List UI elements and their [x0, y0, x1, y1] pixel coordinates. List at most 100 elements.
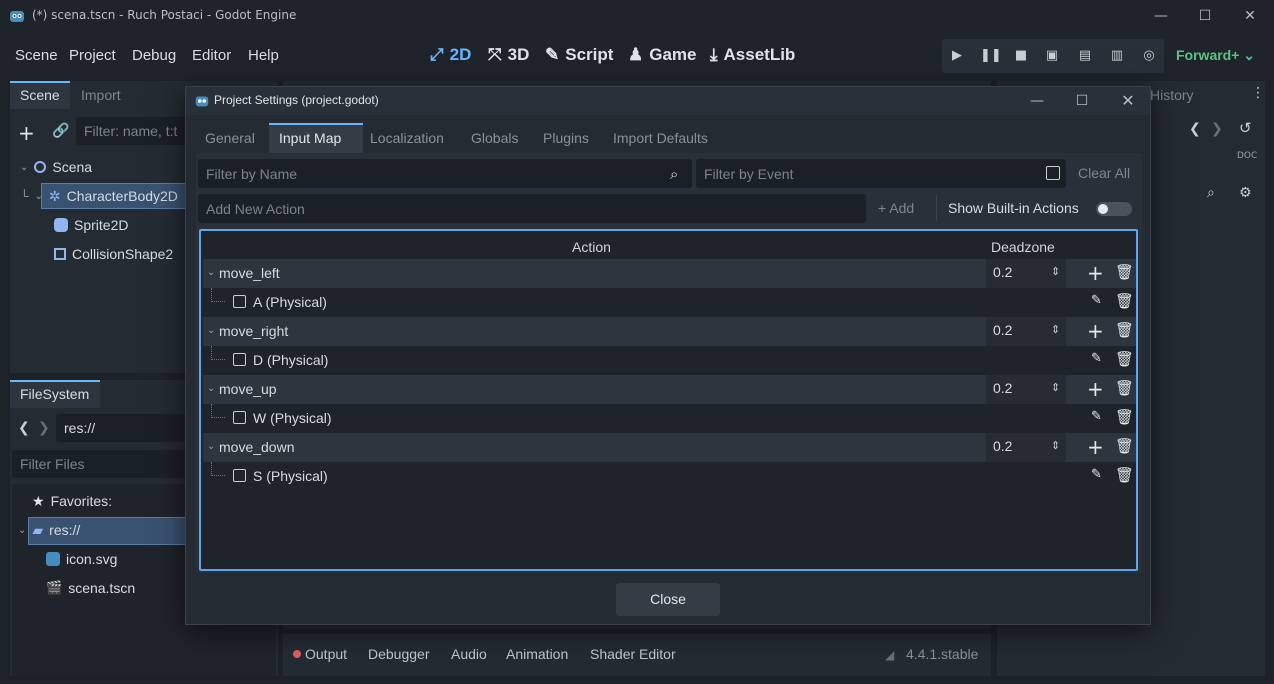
play-toolbar: ▶ ❚❚ ■ ▣ ▤ ▥ ◎	[942, 39, 1164, 73]
tab-audio[interactable]: Audio	[451, 646, 487, 662]
tab-history[interactable]: History	[1150, 87, 1194, 103]
maximize-button[interactable]: ☐	[1190, 4, 1220, 28]
tab-animation[interactable]: Animation	[506, 646, 568, 662]
tab-filesystem[interactable]: FileSystem	[20, 386, 89, 402]
tree-item-label: Scena	[52, 159, 93, 175]
keyboard-icon[interactable]	[1046, 166, 1060, 180]
tree-item-characterbody2d[interactable]: └ ⌄ ✲ CharacterBody2D	[20, 184, 178, 208]
add-event-icon[interactable]: +	[1087, 435, 1104, 459]
trash-icon[interactable]: 🗑	[1115, 408, 1134, 426]
workspace-3d-button[interactable]: ⤧ 3D	[488, 45, 529, 65]
dialog-maximize-button[interactable]: ☐	[1067, 89, 1097, 113]
tab-globals[interactable]: Globals	[471, 130, 518, 146]
action-row-move-right[interactable]: ⌄ move_right 0.2 ⇕ + 🗑	[203, 317, 1136, 346]
edit-event-icon[interactable]: ✎	[1091, 467, 1102, 482]
back-icon[interactable]: ❮	[18, 420, 30, 436]
action-row-move-up[interactable]: ⌄ move_up 0.2 ⇕ + 🗑	[203, 375, 1136, 404]
play-scene-icon[interactable]: ▤	[1076, 47, 1094, 65]
more-options-icon[interactable]: ⋮	[1251, 85, 1265, 101]
menu-editor[interactable]: Editor	[192, 47, 231, 64]
edit-event-icon[interactable]: ✎	[1091, 293, 1102, 308]
add-new-action-input[interactable]: Add New Action	[198, 194, 866, 223]
tab-import-defaults[interactable]: Import Defaults	[613, 130, 708, 146]
workspace-assetlib-button[interactable]: ⤓ AssetLib	[710, 45, 795, 65]
file-item-res[interactable]: ⌄ ▰ res://	[18, 518, 80, 542]
search-icon[interactable]: ⌕	[1207, 185, 1215, 201]
play-custom-scene-icon[interactable]: ▥	[1108, 47, 1126, 65]
chevron-down-icon: ⌄	[207, 325, 216, 336]
workspace-game-button[interactable]: ♟ Game	[628, 45, 697, 65]
dialog-minimize-button[interactable]: —	[1022, 89, 1052, 113]
spin-arrows-icon[interactable]: ⇕	[1051, 381, 1060, 394]
add-event-icon[interactable]: +	[1087, 319, 1104, 343]
pause-icon[interactable]: ❚❚	[980, 47, 1002, 65]
workspace-2d-button[interactable]: ⤢ 2D	[430, 45, 471, 65]
spin-arrows-icon[interactable]: ⇕	[1051, 323, 1060, 336]
back-icon[interactable]: ❮	[1189, 121, 1201, 137]
event-row-w-physical[interactable]: W (Physical) ✎ 🗑	[203, 404, 1136, 433]
menu-help[interactable]: Help	[248, 47, 279, 64]
spin-arrows-icon[interactable]: ⇕	[1051, 439, 1060, 452]
tab-shader-editor[interactable]: Shader Editor	[590, 646, 676, 662]
dialog-close-button[interactable]: ✕	[1113, 89, 1143, 113]
add-node-icon[interactable]: +	[18, 121, 35, 145]
doc-icon[interactable]: DOC	[1237, 151, 1257, 161]
trash-icon[interactable]: 🗑	[1115, 292, 1134, 310]
show-builtin-toggle[interactable]	[1096, 202, 1132, 216]
tab-plugins[interactable]: Plugins	[543, 130, 589, 146]
action-row-move-left[interactable]: ⌄ move_left 0.2 ⇕ + 🗑	[203, 259, 1136, 288]
filter-by-name-input[interactable]: Filter by Name	[198, 159, 692, 188]
workspace-label: 3D	[507, 45, 530, 64]
event-row-d-physical[interactable]: D (Physical) ✎ 🗑	[203, 346, 1136, 375]
trash-icon[interactable]: 🗑	[1115, 321, 1134, 339]
spin-arrows-icon[interactable]: ⇕	[1051, 265, 1060, 278]
tree-item-collisionshape2d[interactable]: CollisionShape2	[54, 242, 173, 266]
tab-scene[interactable]: Scene	[20, 87, 60, 103]
event-row-a-physical[interactable]: A (Physical) ✎ 🗑	[203, 288, 1136, 317]
history-icon[interactable]: ↺	[1239, 119, 1252, 137]
edit-event-icon[interactable]: ✎	[1091, 409, 1102, 424]
tree-item-sprite2d[interactable]: Sprite2D	[54, 213, 128, 237]
trash-icon[interactable]: 🗑	[1115, 437, 1134, 455]
add-event-icon[interactable]: +	[1087, 261, 1104, 285]
favorites-item[interactable]: ★ Favorites:	[32, 489, 112, 513]
menu-project[interactable]: Project	[69, 47, 116, 64]
divider	[936, 195, 937, 221]
menu-scene[interactable]: Scene	[15, 47, 58, 64]
trash-icon[interactable]: 🗑	[1115, 263, 1134, 281]
filter-by-event-input[interactable]: Filter by Event	[696, 159, 1066, 188]
tab-localization[interactable]: Localization	[370, 130, 444, 146]
trash-icon[interactable]: 🗑	[1115, 379, 1134, 397]
movie-maker-icon[interactable]: ◎	[1140, 47, 1158, 65]
file-item-icon-svg[interactable]: icon.svg	[46, 547, 117, 571]
play-icon[interactable]: ▶	[948, 47, 966, 65]
stop-icon[interactable]: ■	[1012, 47, 1030, 65]
add-event-icon[interactable]: +	[1087, 377, 1104, 401]
tab-import[interactable]: Import	[81, 87, 121, 103]
workspace-script-button[interactable]: ✎ Script	[545, 45, 613, 65]
edit-event-icon[interactable]: ✎	[1091, 351, 1102, 366]
tab-general[interactable]: General	[205, 130, 255, 146]
close-window-button[interactable]: ✕	[1235, 4, 1265, 28]
remote-debug-icon[interactable]: ▣	[1043, 47, 1061, 65]
tab-output[interactable]: Output	[305, 646, 347, 662]
file-item-scena-tscn[interactable]: 🎬 scena.tscn	[46, 576, 135, 600]
close-button[interactable]: Close	[616, 583, 720, 616]
tab-debugger[interactable]: Debugger	[368, 646, 430, 662]
tools-icon[interactable]: ⚙	[1239, 185, 1252, 201]
trash-icon[interactable]: 🗑	[1115, 466, 1134, 484]
forward-icon[interactable]: ❯	[38, 420, 50, 436]
event-row-s-physical[interactable]: S (Physical) ✎ 🗑	[203, 462, 1136, 491]
tab-input-map[interactable]: Input Map	[279, 130, 341, 146]
tree-item-scena[interactable]: ⌄ Scena	[20, 155, 92, 179]
minimize-button[interactable]: —	[1146, 4, 1176, 28]
forward-icon[interactable]: ❯	[1211, 121, 1223, 137]
add-action-button[interactable]: + Add	[878, 200, 914, 216]
menu-debug[interactable]: Debug	[132, 47, 176, 64]
renderer-selector[interactable]: Forward+ ⌄	[1176, 47, 1255, 64]
link-icon[interactable]: 🔗	[52, 123, 69, 139]
clear-all-button[interactable]: Clear All	[1078, 165, 1130, 181]
action-name: move_right	[219, 323, 289, 339]
trash-icon[interactable]: 🗑	[1115, 350, 1134, 368]
action-row-move-down[interactable]: ⌄ move_down 0.2 ⇕ + 🗑	[203, 433, 1136, 462]
